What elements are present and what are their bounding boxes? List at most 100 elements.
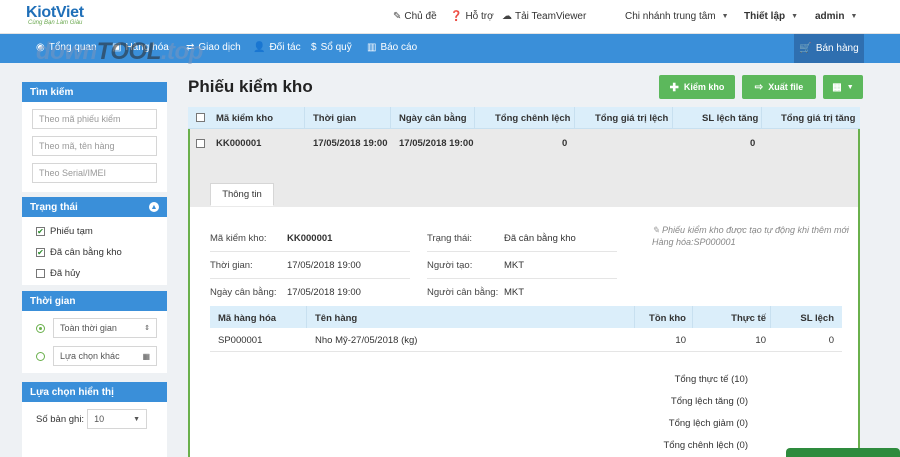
radio-empty-icon[interactable] [36,351,45,361]
tab-info[interactable]: Thông tin [210,183,274,206]
search-serial-input[interactable]: Theo Serial/IMEI [32,163,157,183]
kiotviet-logo[interactable]: KiotViet Cùng Bạn Làm Giàu [26,4,84,26]
nav-products[interactable]: ▣ Hàng hóa [112,42,169,53]
status-option-cancelled[interactable]: Đã hủy [22,263,167,284]
chevron-up-icon: ▲ [149,202,159,212]
status-panel: Trạng thái ▲ ✔ Phiếu tạm ✔ Đã cân bằng k… [22,197,167,285]
detail-panel: Mã kiểm kho: KK000001 Thời gian: 17/05/2… [188,207,860,457]
checkbox-checked-icon[interactable]: ✔ [36,248,45,257]
col-increase-qty[interactable]: SL lệch tăng [702,113,758,124]
search-title-label: Tìm kiếm [30,86,74,98]
nav-partners[interactable]: 👤 Đối tác [253,42,301,53]
search-product-input[interactable]: Theo mã, tên hàng [32,136,157,156]
items-col-name: Tên hàng [315,313,358,324]
branch-label: Chi nhánh trung tâm [625,11,716,22]
detail-balancer-value: MKT [504,287,525,298]
records-value: 10 [94,414,105,424]
theme-label: Chủ đề [404,11,437,22]
detail-time-value: 17/05/2018 19:00 [287,260,361,271]
export-icon: ⇨ [754,81,764,93]
items-col-code: Mã hàng hóa [218,313,277,324]
support-link[interactable]: ❓ Hỗ trợ [450,11,494,22]
page-title: Phiếu kiểm kho [188,77,313,96]
summary-increase: Tổng lệch tăng (0) [670,396,748,407]
time-option-all[interactable]: Toàn thời gian ⇕ [22,314,167,342]
nav-reports-label: Báo cáo [380,42,418,53]
search-panel-title: Tìm kiếm [22,82,167,102]
detail-status-value: Đã cân bằng kho [504,233,576,244]
chevron-down-icon: ▼ [846,83,854,91]
columns-toggle-button[interactable]: ▦ ▼ [823,75,863,99]
detail-balancer-label: Người cân bằng: [427,287,499,298]
col-code[interactable]: Mã kiểm kho [216,113,273,124]
add-stocktake-button[interactable]: ✚ Kiểm kho [659,75,735,99]
nav-transactions[interactable]: ⇄ Giao dịch [186,42,241,53]
detail-code-value: KK000001 [287,233,333,244]
search-voucher-input[interactable]: Theo mã phiếu kiểm [32,109,157,129]
status-option-balanced[interactable]: ✔ Đã cân bằng kho [22,242,167,263]
radio-selected-icon[interactable] [36,323,45,333]
detail-balance-label: Ngày cân bằng: [210,287,277,298]
detail-status-label: Trạng thái: [427,233,473,244]
table-row[interactable]: KK000001 17/05/2018 19:00 17/05/2018 19:… [188,129,860,207]
box-icon: ▣ [112,42,122,53]
item-code: SP000001 [218,335,263,346]
detail-creator-label: Người tạo: [427,260,473,271]
time-option-custom[interactable]: Lựa chọn khác ▦ [22,342,167,370]
display-panel: Lựa chọn hiển thị Số bản ghi: 10 ▼ [22,382,167,457]
support-label: Hỗ trợ [465,11,494,22]
time-title-label: Thời gian [30,295,76,307]
nav-overview-label: Tổng quan [48,42,97,53]
grid-icon: ▦ [832,81,842,93]
row-checkbox[interactable] [196,139,205,148]
status-option-label: Đã hủy [50,268,81,279]
settings-dropdown[interactable]: Thiết lập ▼ [744,11,798,22]
sale-button[interactable]: 🛒 Bán hàng [794,34,864,63]
detail-note[interactable]: ✎ Phiếu kiểm kho được tạo tự động khi th… [652,224,862,248]
sale-label: Bán hàng [815,43,859,54]
records-select[interactable]: 10 ▼ [87,409,148,429]
export-button[interactable]: ⇨ Xuất file [742,75,816,99]
chat-widget[interactable] [786,448,900,457]
status-option-label: Đã cân bằng kho [50,247,122,258]
main-nav: ◉ Tổng quan ▣ Hàng hóa ⇄ Giao dịch 👤 Đối… [0,34,900,63]
items-table: Mã hàng hóa Tên hàng Tồn kho Thực tế SL … [210,306,842,352]
nav-transactions-label: Giao dịch [198,42,241,53]
col-time[interactable]: Thời gian [313,113,356,124]
checkbox-empty-icon[interactable] [36,269,45,278]
status-option-draft[interactable]: ✔ Phiếu tạm [22,221,167,242]
col-balance-date[interactable]: Ngày cân bằng [399,113,467,124]
branch-dropdown[interactable]: Chi nhánh trung tâm ▼ [625,11,729,22]
items-col-diff: SL lệch [800,313,834,324]
theme-link[interactable]: ✎ Chủ đề [393,11,437,22]
detail-creator-value: MKT [504,260,525,271]
col-total-diff[interactable]: Tổng chênh lệch [495,113,570,124]
select-all-checkbox[interactable] [196,113,205,122]
nav-partners-label: Đối tác [269,42,301,53]
status-panel-title[interactable]: Trạng thái ▲ [22,197,167,217]
detail-code-label: Mã kiểm kho: [210,233,267,244]
checkbox-checked-icon[interactable]: ✔ [36,227,45,236]
teamviewer-link[interactable]: ☁ Tải TeamViewer [502,11,586,22]
nav-reports[interactable]: ▥ Báo cáo [367,42,417,53]
nav-cashbook[interactable]: $ Sổ quỹ [311,42,352,53]
time-all-select[interactable]: Toàn thời gian ⇕ [53,318,157,338]
brush-icon: ✎ [393,11,402,22]
table-row[interactable]: SP000001 Nho Mỹ-27/05/2018 (kg) 10 10 0 [210,328,842,352]
calendar-icon: ▦ [142,351,150,361]
user-label: admin [815,11,845,22]
settings-label: Thiết lập [744,11,786,22]
nav-products-label: Hàng hóa [125,42,169,53]
user-dropdown[interactable]: admin ▼ [815,11,857,22]
nav-cashbook-label: Sổ quỹ [320,42,352,53]
nav-overview[interactable]: ◉ Tổng quan [36,42,97,53]
row-balance-date: 17/05/2018 19:00 [399,138,474,149]
time-all-label: Toàn thời gian [60,323,117,333]
row-total-diff: 0 [562,138,568,149]
question-icon: ❓ [450,11,463,22]
detail-note-text: Phiếu kiểm kho được tạo tự động khi thêm… [652,225,849,248]
col-increase-value[interactable]: Tổng giá trị tăng [781,113,855,124]
summary-decrease: Tổng lệch giảm (0) [668,418,748,429]
time-custom-select[interactable]: Lựa chọn khác ▦ [53,346,157,366]
col-total-diff-value[interactable]: Tổng giá trị lệch [595,113,668,124]
